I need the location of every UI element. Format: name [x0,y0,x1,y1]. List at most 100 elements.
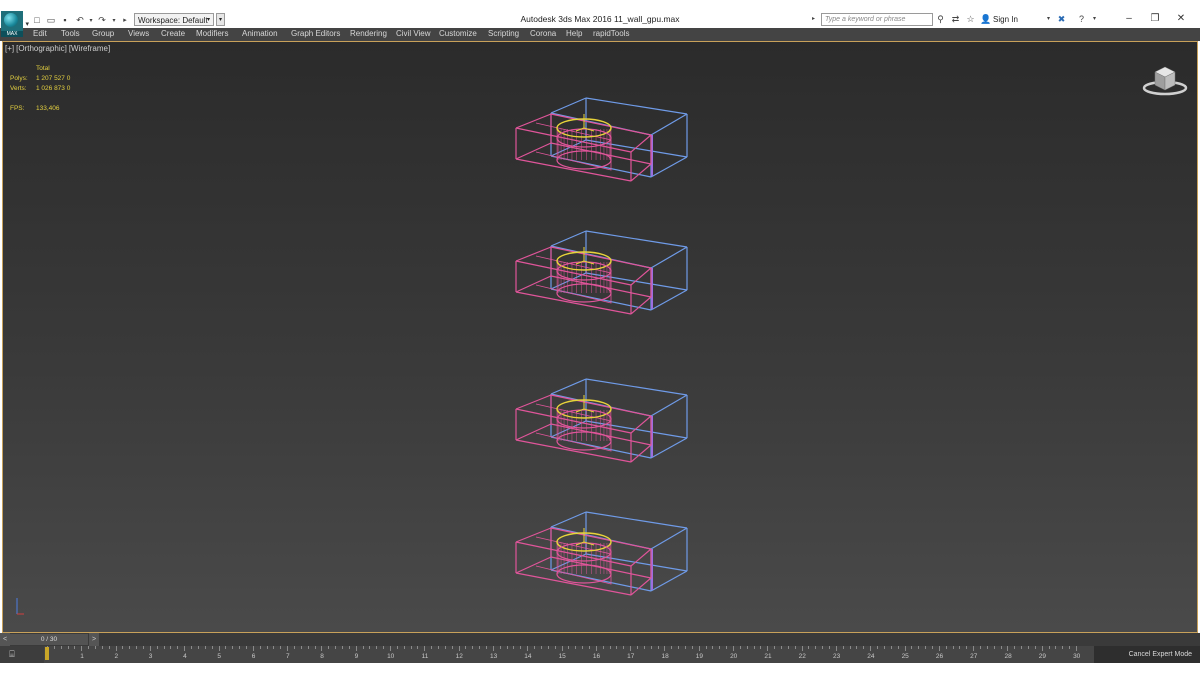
wire-blue-box [550,553,587,571]
wire-pink-box [515,527,552,543]
viewport-orthographic[interactable]: [+] [Orthographic] [Wireframe] Total Polys… [2,41,1198,633]
menu-rendering[interactable]: Rendering [350,29,387,38]
open-file-icon[interactable]: ▭ [45,14,57,26]
restore-icon[interactable]: ❐ [1145,11,1165,27]
star-icon[interactable]: ☆ [965,13,976,26]
track-tick [1034,646,1036,649]
track-tick [122,646,124,649]
track-tick [184,646,186,651]
help-dropdown-icon[interactable]: ▾ [1089,13,1100,26]
track-tick [259,646,261,649]
track-tick-label: 4 [183,653,187,660]
wire-cylinder-bottom [556,283,612,303]
help-icon[interactable]: ? [1076,13,1087,26]
current-frame-marker[interactable] [45,647,49,660]
customize-toolbar-icon[interactable]: ▸ [119,14,131,26]
track-tick-label: 19 [695,653,703,660]
close-x-icon[interactable]: ✖ [1056,13,1067,26]
track-tick [643,646,645,649]
menu-corona[interactable]: Corona [530,29,556,38]
track-tick [993,646,995,649]
search-expand-icon[interactable]: ▸ [812,13,820,26]
search-input[interactable]: Type a keyword or phrase [821,13,933,26]
save-icon[interactable]: ▪ [59,14,71,26]
sign-in-dropdown-icon[interactable]: ▾ [1043,13,1054,26]
track-tick [431,646,433,649]
wire-blue-box [585,272,688,291]
track-tick [588,646,590,649]
track-key-icon[interactable]: ⌸ [6,649,18,660]
track-tick [1007,646,1009,651]
track-tick [1069,646,1071,649]
track-tick-label: 10 [387,653,395,660]
binoculars-icon[interactable]: ⚲ [935,13,946,26]
track-tick-label: 14 [524,653,532,660]
wire-blue-box [585,553,688,572]
menu-modifiers[interactable]: Modifiers [196,29,228,38]
track-tick [1041,646,1043,651]
track-tick [143,646,145,649]
track-tick [108,646,110,649]
menu-create[interactable]: Create [161,29,185,38]
track-tick [486,646,488,649]
wireframe-scene[interactable] [3,42,1197,632]
track-tick [348,646,350,649]
track-tick-label: 29 [1038,653,1046,660]
track-tick [705,646,707,649]
track-tick [479,646,481,649]
track-tick [1027,646,1029,649]
menu-views[interactable]: Views [128,29,149,38]
track-tick [671,646,673,649]
cancel-expert-mode-button[interactable]: Cancel Expert Mode [1094,646,1200,663]
app-menu-arrow-icon[interactable]: ▾ [25,20,29,28]
track-tick [753,646,755,649]
menu-animation[interactable]: Animation [242,29,278,38]
track-tick [794,646,796,649]
wire-blue-box [650,394,688,417]
workspace-more-button[interactable]: ▾ [216,13,225,26]
menu-help[interactable]: Help [566,29,582,38]
track-tick [328,646,330,649]
redo-icon[interactable]: ↷ [96,14,108,26]
track-tick [163,646,165,649]
exchange-icon[interactable]: ⇄ [950,13,961,26]
new-file-icon[interactable]: □ [31,14,43,26]
wire-blue-box [585,230,688,248]
track-tick [781,646,783,649]
menu-group[interactable]: Group [92,29,114,38]
time-slider[interactable]: < 0 / 30 > [0,633,1200,646]
sign-in-link[interactable]: Sign In [993,15,1018,24]
menu-rapidtools[interactable]: rapidTools [593,29,629,38]
wire-blue-box [650,156,688,178]
track-tick [870,646,872,651]
track-tick [81,646,83,651]
workspace-select[interactable]: Workspace: Default ▾ [134,13,214,26]
wire-cylinder-bottom [556,564,612,584]
track-tick [568,646,570,649]
user-icon[interactable]: 👤 [980,13,991,26]
close-window-icon[interactable]: ✕ [1171,11,1191,27]
track-tick [335,646,337,649]
track-tick [95,646,97,649]
track-tick [623,646,625,649]
time-slider-prev-button[interactable]: < [0,633,10,646]
menu-graph-editors[interactable]: Graph Editors [291,29,340,38]
menu-edit[interactable]: Edit [33,29,47,38]
menu-scripting[interactable]: Scripting [488,29,519,38]
menu-customize[interactable]: Customize [439,29,477,38]
track-tick [808,646,810,649]
menu-civil-view[interactable]: Civil View [396,29,431,38]
track-tick [986,646,988,649]
time-slider-next-button[interactable]: > [89,633,99,646]
track-tick [733,646,734,651]
time-slider-thumb[interactable]: 0 / 30 [10,634,88,645]
track-tick [362,646,364,649]
menu-tools[interactable]: Tools [61,29,80,38]
app-logo-icon[interactable]: MAX ▾ [1,11,29,37]
track-tick [698,646,700,651]
track-ruler[interactable]: 1 2 3 4 5 6 7 8 9 10 11 12 13 14 15 16 17 18 19 20 21 22 23 24 2… [44,646,1094,663]
track-tick [520,646,522,649]
minimize-icon[interactable]: – [1119,11,1139,27]
track-tick [403,646,405,649]
track-tick-label: 11 [421,653,429,660]
